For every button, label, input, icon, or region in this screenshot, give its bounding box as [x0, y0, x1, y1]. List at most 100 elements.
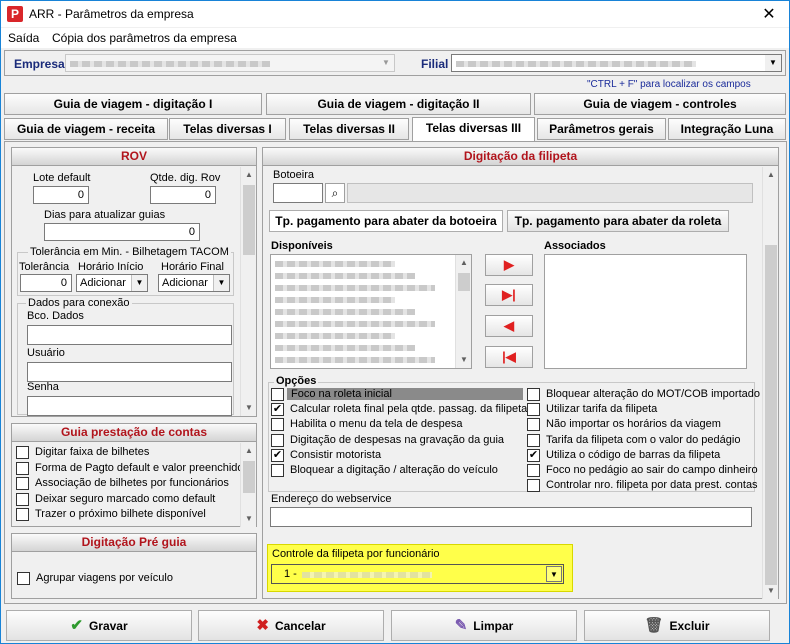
tab-guia-digitacao-1[interactable]: Guia de viagem - digitação I [4, 93, 262, 115]
prestacao-item-2-checkbox[interactable] [16, 477, 29, 490]
opcao-right-1-label: Utilizar tarifa da filipeta [546, 403, 658, 416]
opcao-left-0-checkbox[interactable] [271, 388, 284, 401]
prestacao-item-0-label: Digitar faixa de bilhetes [35, 446, 150, 458]
empresa-select[interactable]: ▼ [65, 54, 395, 72]
opcao-right-4-checkbox[interactable]: ✔ [527, 448, 540, 462]
tab-guia-receita[interactable]: Guia de viagem - receita [4, 118, 168, 140]
botoeira-input[interactable] [273, 183, 323, 203]
gravar-label: Gravar [88, 619, 128, 633]
opcao-right-2-checkbox[interactable] [527, 418, 540, 432]
trash-icon: 🗑 [644, 617, 664, 634]
controle-filipeta-label: Controle da filipeta por funcionário [272, 548, 440, 560]
filial-select[interactable]: ▼ [451, 54, 782, 72]
move-right-icon[interactable]: ▶ [485, 254, 533, 276]
tab-telas-diversas-2[interactable]: Telas diversas II [289, 118, 409, 140]
move-all-left-icon[interactable]: |◀ [485, 346, 533, 368]
cancelar-label: Cancelar [274, 619, 326, 633]
usuario-input[interactable] [27, 362, 232, 382]
redacted-list-item [275, 345, 415, 351]
opcao-right-0-checkbox[interactable] [527, 388, 540, 401]
scroll-down-icon[interactable]: ▼ [456, 352, 472, 368]
scroll-up-icon[interactable]: ▲ [241, 167, 257, 183]
qtde-dig-rov-label: Qtde. dig. Rov [150, 172, 221, 184]
tab-tp-pagamento-botoeira[interactable]: Tp. pagamento para abater da botoeira [269, 210, 503, 232]
cancelar-button[interactable]: ✖ Cancelar [198, 610, 384, 641]
menu-copia-parametros[interactable]: Cópia dos parâmetros da empresa [52, 31, 237, 45]
filipeta-scrollbar[interactable]: ▲ ▼ [762, 167, 778, 599]
scroll-thumb[interactable] [243, 185, 255, 255]
tab-telas-diversas-1[interactable]: Telas diversas I [169, 118, 286, 140]
disponiveis-list[interactable]: ▲ ▼ [270, 254, 472, 369]
agrupar-viagens-checkbox[interactable] [17, 572, 30, 585]
prestacao-item-4-checkbox[interactable] [16, 508, 29, 521]
horario-inicio-label: Horário Início [78, 261, 144, 273]
opcoes-title: Opções [274, 375, 319, 387]
prestacao-scrollbar[interactable]: ▲ ▼ [240, 443, 256, 527]
scroll-down-icon[interactable]: ▼ [763, 583, 779, 599]
opcao-left-5-checkbox[interactable] [271, 464, 284, 477]
senha-input[interactable] [27, 396, 232, 416]
filial-redacted [456, 61, 696, 67]
move-all-right-icon[interactable]: ▶| [485, 284, 533, 306]
agrupar-viagens-label: Agrupar viagens por veículo [36, 572, 173, 584]
search-hint: "CTRL + F" para localizar os campos [587, 79, 751, 90]
scroll-down-icon[interactable]: ▼ [241, 400, 257, 416]
excluir-button[interactable]: 🗑 Excluir [584, 610, 770, 641]
scroll-down-icon[interactable]: ▼ [241, 511, 257, 527]
controle-filipeta-select[interactable]: 1 - ▼ [271, 564, 564, 584]
dias-atualizar-label: Dias para atualizar guias [44, 209, 166, 221]
controle-filipeta-value: 1 - [284, 568, 297, 580]
scroll-up-icon[interactable]: ▲ [763, 167, 779, 183]
associados-list[interactable] [544, 254, 747, 369]
scroll-thumb[interactable] [765, 245, 777, 585]
associados-label: Associados [544, 240, 606, 252]
rov-scrollbar[interactable]: ▲ ▼ [240, 167, 256, 416]
tab-tp-pagamento-roleta[interactable]: Tp. pagamento para abater da roleta [507, 210, 729, 232]
tolerancia-group-title: Tolerância em Min. - Bilhetagem TACOM [28, 246, 231, 258]
opcao-right-6-checkbox[interactable] [527, 479, 540, 493]
horario-inicio-value: Adicionar [80, 277, 126, 289]
scroll-up-icon[interactable]: ▲ [456, 255, 472, 271]
close-icon[interactable]: ✕ [757, 4, 781, 24]
opcao-right-5-checkbox[interactable] [527, 464, 540, 477]
dias-atualizar-input[interactable]: 0 [44, 223, 200, 241]
opcao-right-1-checkbox[interactable] [527, 403, 540, 417]
opcao-left-4-checkbox[interactable]: ✔ [271, 448, 284, 462]
prestacao-item-0-checkbox[interactable] [16, 446, 29, 459]
horario-inicio-select[interactable]: Adicionar ▼ [76, 274, 148, 292]
opcao-left-3-checkbox[interactable] [271, 433, 284, 447]
opcao-right-3-checkbox[interactable] [527, 433, 540, 447]
qtde-dig-rov-input[interactable]: 0 [150, 186, 216, 204]
tab-guia-controles[interactable]: Guia de viagem - controles [534, 93, 786, 115]
menu-bar: Saída Cópia dos parâmetros da empresa [1, 28, 789, 48]
prestacao-item-1-checkbox[interactable] [16, 461, 29, 475]
opcao-left-2-checkbox[interactable] [271, 418, 284, 432]
scroll-up-icon[interactable]: ▲ [241, 443, 257, 459]
empresa-redacted [70, 61, 270, 67]
redacted-list-item [275, 309, 415, 315]
prestacao-item-3-checkbox[interactable] [16, 492, 29, 506]
redacted-list-item [275, 297, 395, 303]
move-left-icon[interactable]: ◀ [485, 315, 533, 337]
filipeta-panel: Digitação da filipeta Botoeira ⌕ Tp. pag… [262, 147, 779, 599]
menu-saida[interactable]: Saída [8, 31, 39, 45]
disponiveis-scrollbar[interactable]: ▲ ▼ [455, 255, 471, 368]
horario-final-select[interactable]: Adicionar ▼ [158, 274, 230, 292]
rov-panel: ROV Lote default 0 Qtde. dig. Rov 0 Dias… [11, 147, 257, 417]
limpar-button[interactable]: ✎ Limpar [391, 610, 577, 641]
tab-guia-digitacao-2[interactable]: Guia de viagem - digitação II [266, 93, 531, 115]
lote-default-input[interactable]: 0 [33, 186, 89, 204]
endereco-webservice-input[interactable] [270, 507, 752, 527]
tolerancia-input[interactable]: 0 [20, 274, 72, 292]
redacted-list-item [275, 321, 435, 327]
tab-telas-diversas-3[interactable]: Telas diversas III [412, 117, 535, 141]
tab-parametros-gerais[interactable]: Parâmetros gerais [537, 118, 666, 140]
bco-dados-input[interactable] [27, 325, 232, 345]
tab-integracao-luna[interactable]: Integração Luna [668, 118, 786, 140]
opcao-left-1-checkbox[interactable]: ✔ [271, 403, 284, 417]
gravar-button[interactable]: ✔ Gravar [6, 610, 192, 641]
binoculars-icon[interactable]: ⌕ [325, 183, 345, 203]
opcao-right-3-label: Tarifa da filipeta com o valor do pedági… [546, 433, 741, 446]
scroll-thumb[interactable] [458, 273, 470, 291]
scroll-thumb[interactable] [243, 461, 255, 493]
